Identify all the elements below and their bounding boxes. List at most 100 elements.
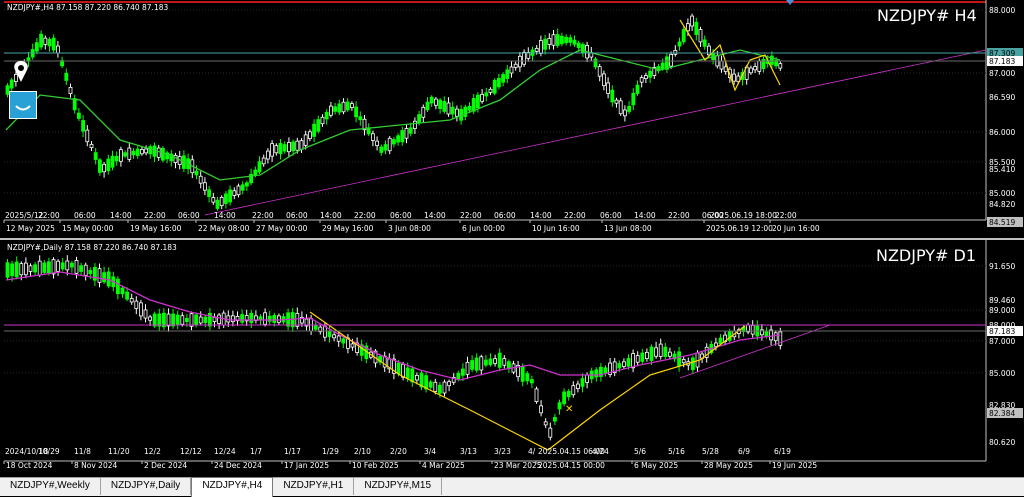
time-label-top: 10/29 (38, 447, 60, 456)
d1-chart[interactable]: NZDJPY#,Daily 87.158 87.220 86.740 87.18… (0, 240, 1024, 476)
candle-body (465, 361, 470, 375)
candle-body (497, 352, 502, 368)
candle-body (548, 427, 553, 438)
candle-body (282, 144, 287, 152)
candle-body (244, 182, 249, 187)
candle-body (211, 197, 216, 203)
candle-body (505, 69, 510, 79)
time-label-top: 6/9 (738, 447, 750, 456)
candle-body (228, 189, 233, 203)
time-label-bottom: 2025.06.19 12:00 (706, 224, 773, 233)
candle-body (417, 114, 422, 123)
price-label: 88.000 (989, 6, 1015, 15)
candle-body (456, 372, 461, 380)
candle-body (223, 193, 228, 204)
candle-body (42, 262, 47, 273)
candle-body (475, 94, 480, 108)
candle-body (274, 145, 279, 154)
candle-body (194, 170, 199, 176)
candle-body (602, 73, 606, 87)
candle-body (501, 74, 506, 83)
candle-body (232, 190, 237, 196)
candle-body (525, 373, 530, 382)
candle-body (114, 155, 119, 162)
candle-body (618, 100, 623, 115)
candle-body (408, 127, 413, 134)
candle-body (37, 260, 42, 276)
candle-body (493, 358, 498, 364)
d1-chart-panel[interactable]: NZDJPY#,Daily 87.158 87.220 86.740 87.18… (0, 240, 1024, 476)
candle-body (316, 119, 321, 132)
tab-h1[interactable]: NZDJPY#,H1 (273, 478, 355, 495)
candle-body (265, 150, 270, 160)
candle-body (139, 149, 144, 155)
candle-body (442, 381, 447, 394)
candle-body (470, 360, 475, 370)
candle-body (433, 98, 438, 106)
candle-body (270, 143, 275, 157)
candle-body (450, 106, 455, 115)
candle-body (370, 133, 375, 141)
time-label-bottom: 2025.04.15 00:00 (538, 461, 605, 470)
candle-body (97, 268, 102, 283)
candle-body (471, 98, 476, 112)
candle-body (677, 41, 682, 47)
time-label-top: 12/12 (180, 447, 202, 456)
tab-daily[interactable]: NZDJPY#,Daily (101, 478, 192, 495)
tab-h4[interactable]: NZDJPY#,H4 (191, 477, 274, 497)
expert-advisor-icon[interactable] (12, 60, 30, 84)
candle-body (668, 351, 672, 357)
candle-body (433, 381, 438, 392)
h4-chart-panel[interactable]: NZDJPY#,H4 87.158 87.220 86.740 87.183 N… (0, 0, 1024, 238)
candle-body (483, 359, 488, 366)
price-label: 89.000 (989, 306, 1015, 315)
price-label: 80.620 (989, 438, 1015, 447)
candle-body (56, 260, 60, 272)
candle-body (263, 312, 268, 325)
candle-body (157, 313, 162, 327)
candle-body (39, 33, 43, 48)
tab-weekly[interactable]: NZDJPY#,Weekly (0, 478, 101, 495)
tab-m15[interactable]: NZDJPY#,M15 (354, 478, 443, 495)
price-label: 86.590 (989, 93, 1015, 102)
candle-body (307, 131, 312, 140)
time-label-top: 3/4 (424, 447, 436, 456)
candle-body (773, 332, 778, 342)
price-label: 84.820 (989, 200, 1015, 209)
candle-body (610, 89, 615, 103)
candle-body (295, 312, 300, 327)
price-label: 85.410 (989, 165, 1015, 174)
candle-body (627, 105, 631, 112)
candle-body (51, 37, 56, 51)
candle-body (68, 86, 73, 95)
candle-body (79, 265, 83, 272)
smiley-icon[interactable] (9, 91, 37, 119)
time-label-top: 22:00 (252, 211, 274, 220)
candle-body (72, 98, 77, 111)
candle-body (442, 100, 447, 112)
candle-body (332, 334, 337, 339)
time-label-top: 5/28 (702, 447, 719, 456)
candle-body (171, 313, 176, 327)
candle-body (295, 140, 300, 151)
candle-body (660, 62, 665, 70)
candle-body (562, 391, 566, 405)
time-label-bottom: 6 Jun 00:00 (462, 224, 505, 233)
candle-body (580, 378, 585, 387)
candle-body (557, 402, 562, 410)
candle-body (635, 84, 640, 94)
time-label-top: 14:00 (530, 211, 552, 220)
candle-body (447, 381, 452, 387)
h4-chart[interactable]: NZDJPY#,H4 87.158 87.220 86.740 87.183 N… (0, 0, 1024, 238)
candle-body (110, 155, 115, 168)
time-label-bottom: 10 Jun 16:00 (532, 224, 580, 233)
candle-body (336, 335, 341, 342)
candle-body (677, 351, 681, 367)
time-label-bottom: 10 Feb 2025 (352, 461, 399, 470)
candle-body (56, 45, 60, 54)
candle-body (156, 147, 161, 158)
candle-body (47, 39, 52, 47)
candle-body (60, 262, 65, 270)
candle-body (410, 368, 415, 383)
candle-body (166, 313, 171, 327)
